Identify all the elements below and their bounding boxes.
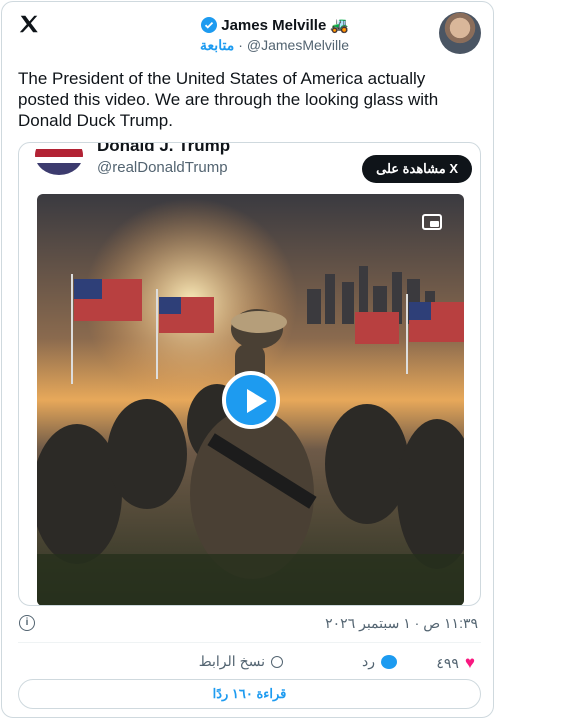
like-action[interactable]: ٤٩٩ ♥: [436, 653, 475, 673]
timestamp[interactable]: ١١:٣٩ ص · ١ سبتمبر ٢٠٢٦: [325, 615, 478, 632]
author-handle[interactable]: @JamesMelville: [247, 37, 349, 54]
verified-badge-icon: [201, 17, 218, 33]
like-count: ٤٩٩: [436, 654, 459, 671]
read-replies-button[interactable]: قراءة ١٦٠ ردًا: [18, 679, 481, 709]
tweet-card: James Melville 🚜 متابعة · @JamesMelville…: [1, 1, 494, 718]
author-name[interactable]: James Melville: [221, 17, 326, 34]
embed-avatar[interactable]: [35, 143, 83, 175]
author-name-row[interactable]: James Melville 🚜: [200, 16, 349, 34]
separator-dot: ·: [238, 37, 243, 53]
reply-action[interactable]: رد: [362, 653, 397, 670]
heart-icon[interactable]: ♥: [465, 653, 475, 673]
link-icon[interactable]: [271, 655, 283, 668]
picture-in-picture-icon[interactable]: [422, 214, 442, 230]
info-icon[interactable]: i: [19, 615, 35, 631]
copy-link-action[interactable]: نسخ الرابط: [199, 653, 283, 670]
reply-bubble-icon[interactable]: [381, 654, 397, 669]
view-on-x-button[interactable]: مشاهدة على X: [362, 155, 472, 183]
author-block: James Melville 🚜 متابعة · @JamesMelville: [200, 16, 349, 54]
play-icon[interactable]: [221, 371, 280, 429]
reply-label: رد: [362, 653, 375, 669]
video-player[interactable]: [37, 194, 464, 605]
copy-link-label: نسخ الرابط: [198, 653, 265, 669]
divider: [18, 642, 481, 643]
embedded-tweet[interactable]: Donald J. Trump @realDonaldTrump مشاهدة …: [18, 142, 481, 606]
author-handle-row: متابعة · @JamesMelville: [200, 37, 349, 54]
x-logo-icon[interactable]: [18, 13, 40, 35]
author-avatar[interactable]: [439, 12, 481, 54]
embed-name-row[interactable]: Donald J. Trump: [97, 143, 230, 156]
follow-button[interactable]: متابعة: [200, 37, 234, 54]
embed-handle[interactable]: @realDonaldTrump: [97, 159, 228, 176]
tractor-emoji: 🚜: [330, 17, 349, 34]
embed-name[interactable]: Donald J. Trump: [97, 143, 230, 156]
tweet-text: The President of the United States of Am…: [18, 69, 439, 130]
